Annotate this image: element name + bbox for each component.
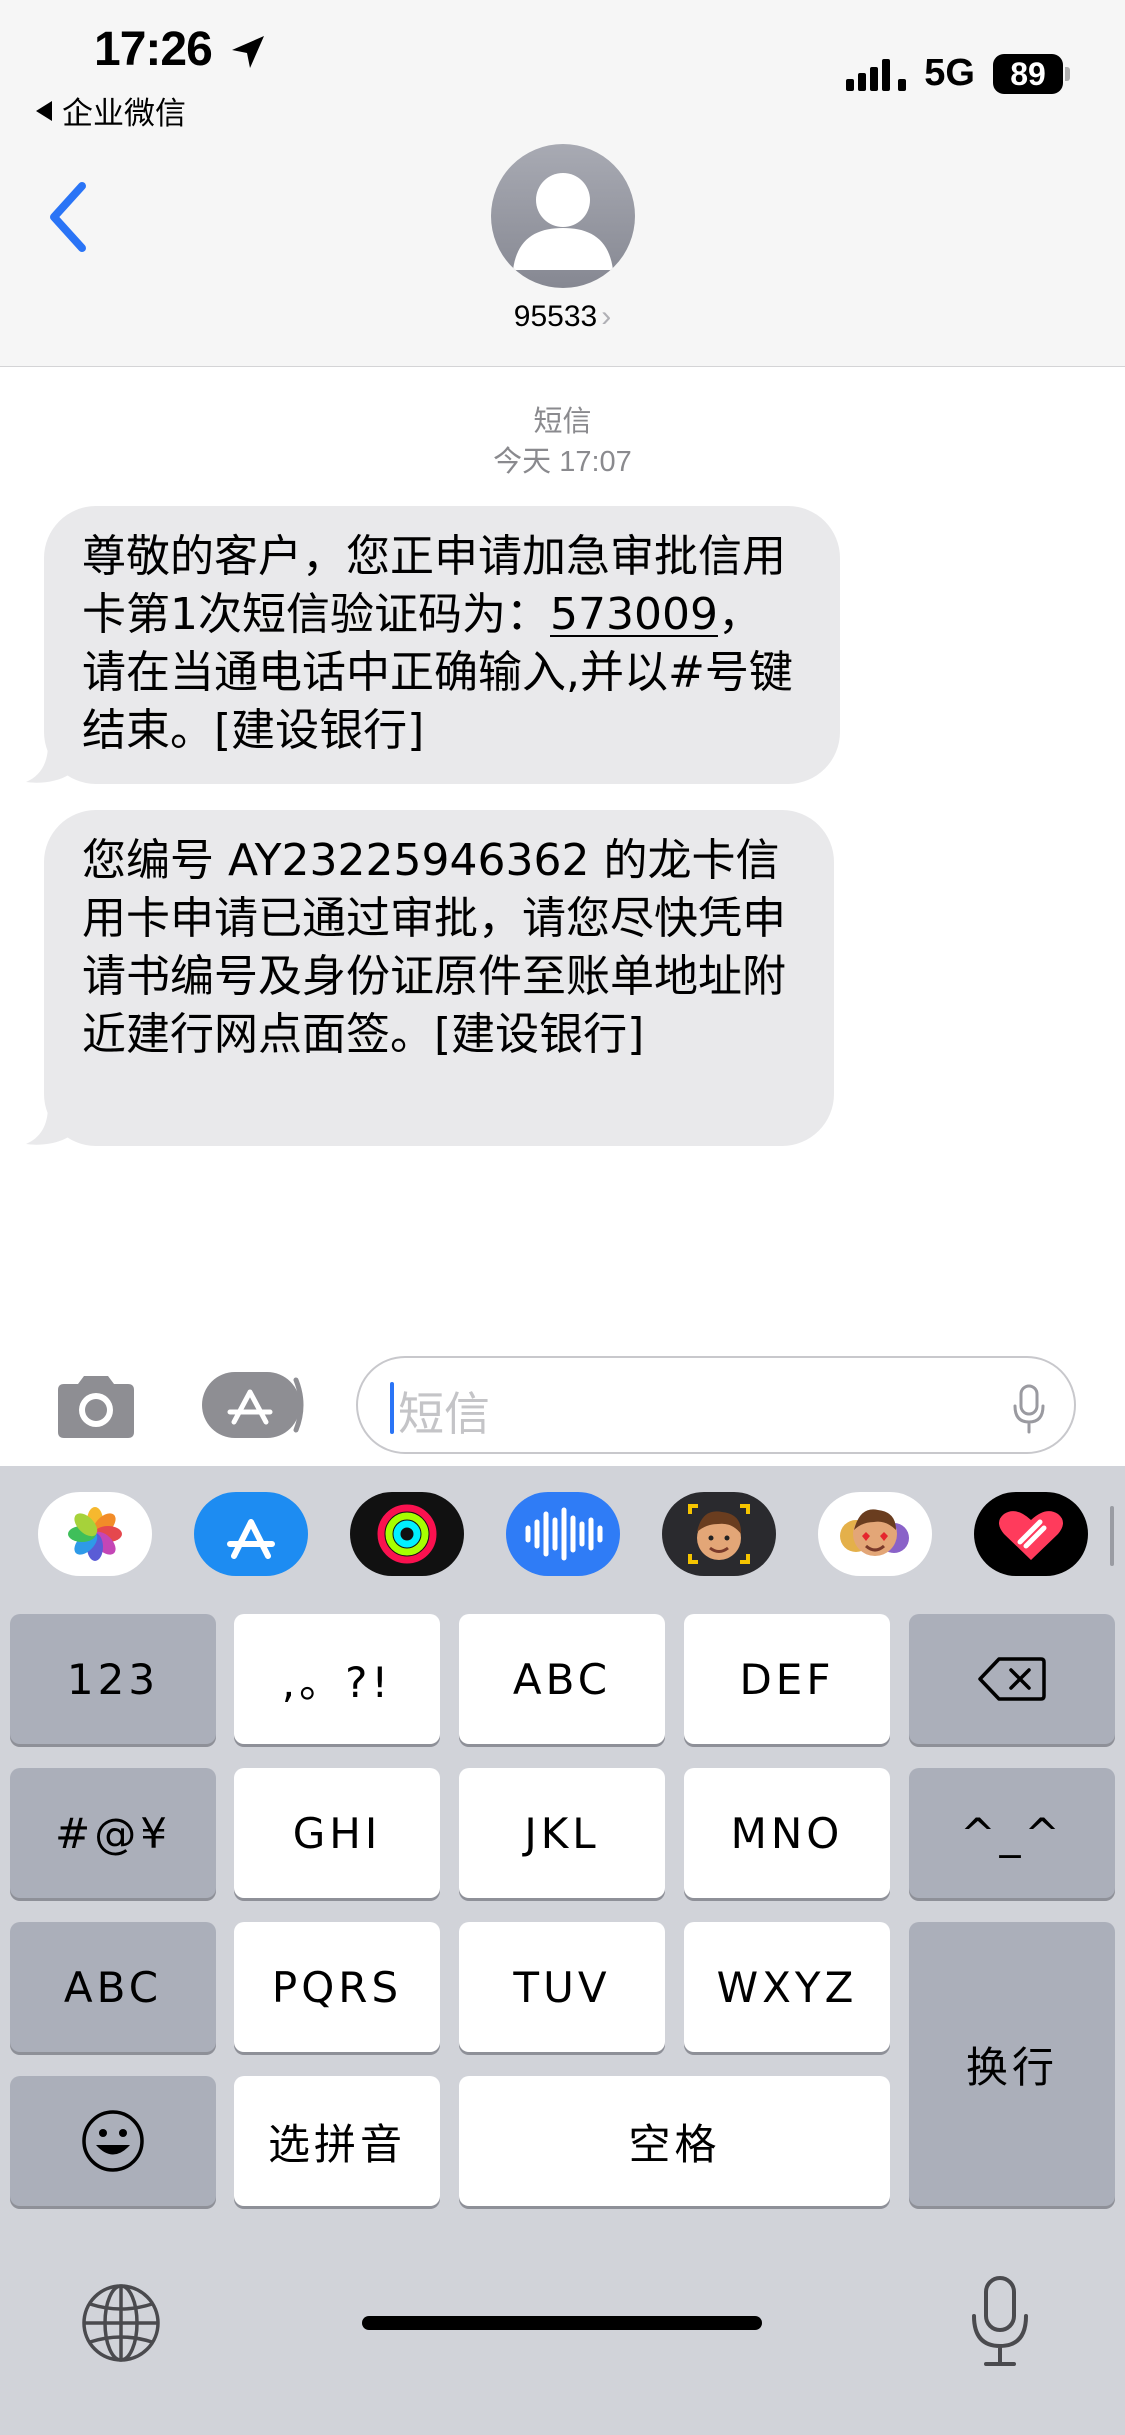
delete-key[interactable] bbox=[909, 1614, 1115, 1744]
message-composer: 短信 bbox=[0, 1340, 1125, 1466]
person-icon bbox=[513, 173, 613, 270]
bubble-tail bbox=[26, 1106, 70, 1145]
key-emoticon[interactable]: ^_^ bbox=[909, 1768, 1115, 1898]
key-tuv[interactable]: TUV bbox=[459, 1922, 665, 2052]
battery-icon: 89 bbox=[993, 53, 1070, 94]
camera-icon[interactable] bbox=[52, 1372, 140, 1440]
emoji-key[interactable] bbox=[10, 2076, 216, 2206]
keyboard: 123 ,。?! ABC DEF #@¥ GHI JKL MNO ^_^ ABC… bbox=[0, 1466, 1125, 2435]
key-pqrs[interactable]: PQRS bbox=[234, 1922, 440, 2052]
key-mno[interactable]: MNO bbox=[684, 1768, 890, 1898]
globe-icon[interactable] bbox=[80, 2282, 162, 2364]
verification-code-link[interactable]: 573009 bbox=[550, 589, 718, 640]
message-timestamp: 短信 今天 17:07 bbox=[0, 402, 1125, 482]
service-label: 短信 bbox=[533, 406, 592, 438]
microphone-icon[interactable] bbox=[970, 2274, 1030, 2368]
back-to-app-link[interactable]: 企业微信 bbox=[36, 88, 186, 133]
timestamp-label: 今天 17:07 bbox=[493, 446, 632, 478]
return-key[interactable]: 换行 bbox=[909, 1922, 1115, 2206]
received-message-bubble[interactable]: 尊敬的客户，您正申请加急审批信用卡第1次短信验证码为：573009，请在当通电话… bbox=[44, 506, 840, 784]
contact-name: 95533 bbox=[513, 300, 598, 333]
memoji-stickers-icon[interactable] bbox=[818, 1492, 932, 1576]
digital-touch-icon[interactable] bbox=[974, 1492, 1088, 1576]
message-text: 您编号 AY23225946362 的龙卡信用卡申请已通过审批，请您尽快凭申请书… bbox=[82, 835, 786, 1060]
backspace-icon bbox=[978, 1657, 1046, 1701]
status-indicators: 5G 89 bbox=[846, 52, 1070, 95]
input-placeholder: 短信 bbox=[398, 1387, 490, 1441]
audio-message-icon[interactable] bbox=[506, 1492, 620, 1576]
fitness-activity-icon[interactable] bbox=[350, 1492, 464, 1576]
key-def[interactable]: DEF bbox=[684, 1614, 890, 1744]
cellular-signal-icon bbox=[846, 57, 907, 91]
key-123[interactable]: 123 bbox=[10, 1614, 216, 1744]
memoji-icon[interactable] bbox=[662, 1492, 776, 1576]
key-select-pinyin[interactable]: 选拼音 bbox=[234, 2076, 440, 2206]
battery-level: 89 bbox=[993, 53, 1063, 94]
app-store-icon[interactable] bbox=[194, 1492, 308, 1576]
received-message-bubble[interactable]: 您编号 AY23225946362 的龙卡信用卡申请已通过审批，请您尽快凭申请书… bbox=[44, 810, 834, 1146]
bubble-tail bbox=[26, 744, 70, 783]
chevron-right-icon: › bbox=[601, 300, 612, 333]
location-arrow-icon bbox=[232, 36, 264, 68]
status-time: 17:26 bbox=[94, 23, 213, 76]
key-symbols[interactable]: #@¥ bbox=[10, 1768, 216, 1898]
back-app-label: 企业微信 bbox=[62, 96, 186, 131]
key-jkl[interactable]: JKL bbox=[459, 1768, 665, 1898]
conversation-header: 17:26 企业微信 5G 89 95533 › bbox=[0, 0, 1125, 367]
key-abc-mode[interactable]: ABC bbox=[10, 1922, 216, 2052]
key-wxyz[interactable]: WXYZ bbox=[684, 1922, 890, 2052]
back-triangle-icon bbox=[36, 100, 52, 121]
smiley-face-icon bbox=[82, 2110, 144, 2172]
key-ghi[interactable]: GHI bbox=[234, 1768, 440, 1898]
photos-icon[interactable] bbox=[38, 1492, 152, 1576]
space-key[interactable]: 空格 bbox=[459, 2076, 890, 2206]
strip-scroll-indicator bbox=[1110, 1506, 1114, 1566]
message-input[interactable]: 短信 bbox=[356, 1356, 1076, 1454]
home-indicator[interactable] bbox=[362, 2316, 762, 2330]
chevron-left-icon[interactable] bbox=[44, 180, 92, 254]
app-store-apps-icon[interactable] bbox=[200, 1370, 308, 1440]
network-type: 5G bbox=[924, 52, 975, 94]
microphone-icon[interactable] bbox=[1012, 1384, 1046, 1434]
text-cursor bbox=[390, 1382, 394, 1434]
contact-avatar[interactable] bbox=[491, 144, 635, 288]
contact-name-button[interactable]: 95533 › bbox=[0, 300, 1125, 334]
key-abc[interactable]: ABC bbox=[459, 1614, 665, 1744]
key-punctuation[interactable]: ,。?! bbox=[234, 1614, 440, 1744]
